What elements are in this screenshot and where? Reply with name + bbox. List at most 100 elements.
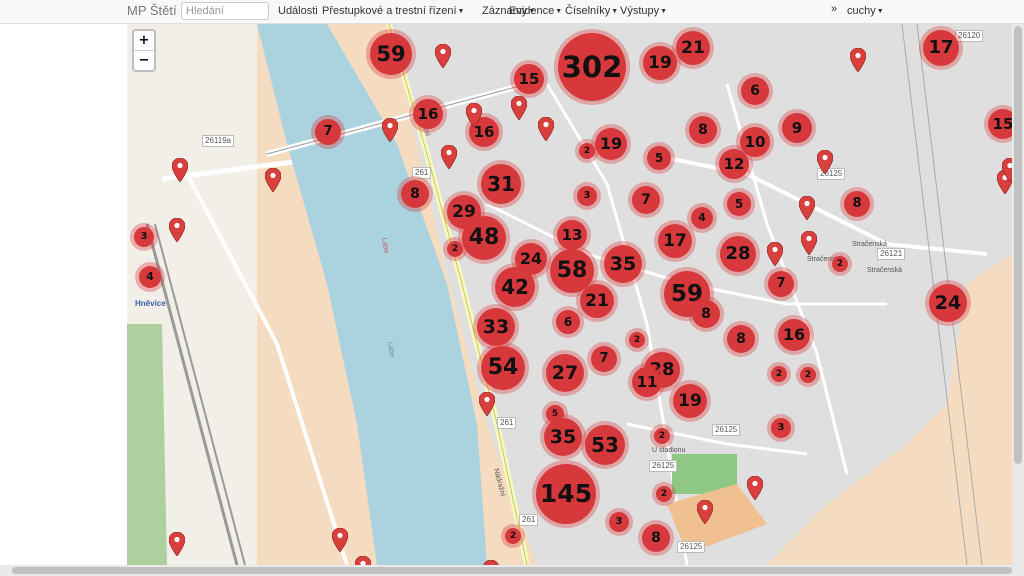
cluster-marker[interactable]: 3 bbox=[134, 227, 154, 247]
location-pin-icon[interactable] bbox=[265, 168, 281, 192]
cluster-marker[interactable]: 11 bbox=[632, 367, 662, 397]
cluster-marker[interactable]: 13 bbox=[557, 220, 587, 250]
location-pin-icon[interactable] bbox=[801, 231, 817, 255]
cluster-marker[interactable]: 7 bbox=[632, 186, 660, 214]
cluster-marker[interactable]: 28 bbox=[720, 236, 756, 272]
nav-evidence-dropdown[interactable]: Evidence▼ bbox=[509, 5, 562, 17]
cluster-marker[interactable]: 3 bbox=[609, 512, 629, 532]
cluster-marker[interactable]: 42 bbox=[495, 267, 535, 307]
cluster-marker[interactable]: 59 bbox=[370, 33, 412, 75]
cluster-marker[interactable]: 6 bbox=[556, 310, 580, 334]
location-pin-icon[interactable] bbox=[172, 158, 188, 182]
location-pin-icon[interactable] bbox=[747, 476, 763, 500]
cluster-marker[interactable]: 7 bbox=[591, 346, 617, 372]
cluster-marker[interactable]: 2 bbox=[629, 332, 645, 348]
scrollbar-thumb[interactable] bbox=[1014, 26, 1022, 464]
cluster-marker[interactable]: 27 bbox=[546, 354, 584, 392]
cluster-marker[interactable]: 2 bbox=[656, 486, 672, 502]
nav-ciselniky-dropdown[interactable]: Číselníky▼ bbox=[565, 5, 618, 17]
search-input[interactable] bbox=[181, 2, 269, 20]
zoom-out-button[interactable]: − bbox=[134, 51, 154, 70]
cluster-marker[interactable]: 24 bbox=[929, 284, 967, 322]
cluster-marker[interactable]: 2 bbox=[579, 143, 595, 159]
cluster-marker[interactable]: 5 bbox=[647, 146, 671, 170]
location-pin-icon[interactable] bbox=[435, 44, 451, 68]
location-pin-icon[interactable] bbox=[817, 150, 833, 174]
cluster-marker[interactable]: 19 bbox=[673, 384, 707, 418]
cluster-marker[interactable]: 2 bbox=[771, 366, 787, 382]
cluster-marker[interactable]: 8 bbox=[727, 325, 755, 353]
cluster-marker[interactable]: 2 bbox=[447, 241, 463, 257]
location-pin-icon[interactable] bbox=[332, 528, 348, 552]
nav-vystupy-label: Výstupy bbox=[620, 5, 660, 17]
cluster-marker[interactable]: 2 bbox=[832, 256, 848, 272]
user-menu-label: cuchy bbox=[847, 5, 876, 17]
cluster-marker[interactable]: 16 bbox=[413, 99, 443, 129]
nav-udalosti[interactable]: Události bbox=[278, 5, 318, 17]
cluster-marker[interactable]: 7 bbox=[315, 119, 341, 145]
location-pin-icon[interactable] bbox=[382, 118, 398, 142]
cluster-marker[interactable]: 35 bbox=[544, 418, 582, 456]
location-pin-icon[interactable] bbox=[169, 218, 185, 242]
vertical-scrollbar[interactable] bbox=[1012, 24, 1024, 565]
nav-vystupy-dropdown[interactable]: Výstupy▼ bbox=[620, 5, 667, 17]
cluster-marker[interactable]: 3 bbox=[577, 186, 597, 206]
horizontal-scrollbar[interactable] bbox=[0, 565, 1024, 576]
location-pin-icon[interactable] bbox=[697, 500, 713, 524]
cluster-marker[interactable]: 8 bbox=[642, 524, 670, 552]
cluster-marker[interactable]: 53 bbox=[585, 425, 625, 465]
cluster-marker[interactable]: 7 bbox=[768, 271, 794, 297]
cluster-marker[interactable]: 35 bbox=[604, 245, 642, 283]
cluster-marker[interactable]: 17 bbox=[658, 224, 692, 258]
cluster-marker[interactable]: 302 bbox=[558, 33, 626, 101]
location-pin-icon[interactable] bbox=[169, 532, 185, 556]
cluster-marker[interactable]: 31 bbox=[481, 164, 521, 204]
cluster-marker[interactable]: 54 bbox=[481, 346, 525, 390]
cluster-marker[interactable]: 19 bbox=[643, 46, 677, 80]
cluster-marker[interactable]: 33 bbox=[477, 308, 515, 346]
cluster-marker[interactable]: 6 bbox=[741, 77, 769, 105]
location-pin-icon[interactable] bbox=[466, 103, 482, 127]
cluster-marker[interactable]: 21 bbox=[676, 31, 710, 65]
cluster-marker[interactable]: 15 bbox=[988, 109, 1012, 139]
cluster-marker[interactable]: 9 bbox=[782, 113, 812, 143]
caret-down-icon: ▼ bbox=[457, 8, 465, 15]
location-pin-icon[interactable] bbox=[1002, 158, 1012, 182]
cluster-marker[interactable]: 21 bbox=[580, 284, 614, 318]
map-view[interactable]: Hněvice 261 261 261 26119a 26125 26125 2… bbox=[127, 24, 1012, 565]
cluster-marker[interactable]: 4 bbox=[139, 266, 161, 288]
cluster-marker[interactable]: 145 bbox=[536, 464, 596, 524]
cluster-marker[interactable]: 48 bbox=[462, 216, 506, 260]
cluster-marker[interactable]: 2 bbox=[505, 528, 521, 544]
cluster-marker[interactable]: 17 bbox=[923, 30, 959, 66]
cluster-marker[interactable]: 2 bbox=[800, 367, 816, 383]
cluster-marker[interactable]: 12 bbox=[719, 149, 749, 179]
street-label: Stračenská bbox=[852, 241, 888, 248]
cluster-marker[interactable]: 4 bbox=[691, 207, 713, 229]
cluster-marker[interactable]: 2 bbox=[654, 428, 670, 444]
user-menu-dropdown[interactable]: cuchy▼ bbox=[847, 5, 884, 17]
cluster-marker[interactable]: 8 bbox=[401, 180, 429, 208]
location-pin-icon[interactable] bbox=[799, 196, 815, 220]
zoom-in-button[interactable]: + bbox=[134, 31, 154, 51]
location-pin-icon[interactable] bbox=[767, 242, 783, 266]
cluster-marker[interactable]: 8 bbox=[692, 300, 720, 328]
cluster-marker[interactable]: 3 bbox=[771, 418, 791, 438]
cluster-marker[interactable]: 16 bbox=[778, 319, 810, 351]
brand-link[interactable]: MP Štětí bbox=[127, 3, 177, 18]
location-pin-icon[interactable] bbox=[511, 96, 527, 120]
location-pin-icon[interactable] bbox=[479, 392, 495, 416]
cluster-marker[interactable]: 8 bbox=[689, 116, 717, 144]
road-label: 26125 bbox=[649, 460, 678, 472]
cluster-marker[interactable]: 5 bbox=[727, 192, 751, 216]
cluster-marker[interactable]: 15 bbox=[514, 64, 544, 94]
location-pin-icon[interactable] bbox=[850, 48, 866, 72]
location-pin-icon[interactable] bbox=[441, 145, 457, 169]
nav-prestupkove-dropdown[interactable]: Přestupkové a trestní řízení▼ bbox=[322, 5, 464, 17]
collapse-icon[interactable]: » bbox=[831, 3, 837, 15]
cluster-marker[interactable]: 8 bbox=[844, 191, 870, 217]
location-pin-icon[interactable] bbox=[538, 117, 554, 141]
cluster-marker[interactable]: 19 bbox=[595, 128, 627, 160]
location-pin-icon[interactable] bbox=[355, 556, 371, 565]
scrollbar-thumb[interactable] bbox=[12, 567, 1012, 574]
